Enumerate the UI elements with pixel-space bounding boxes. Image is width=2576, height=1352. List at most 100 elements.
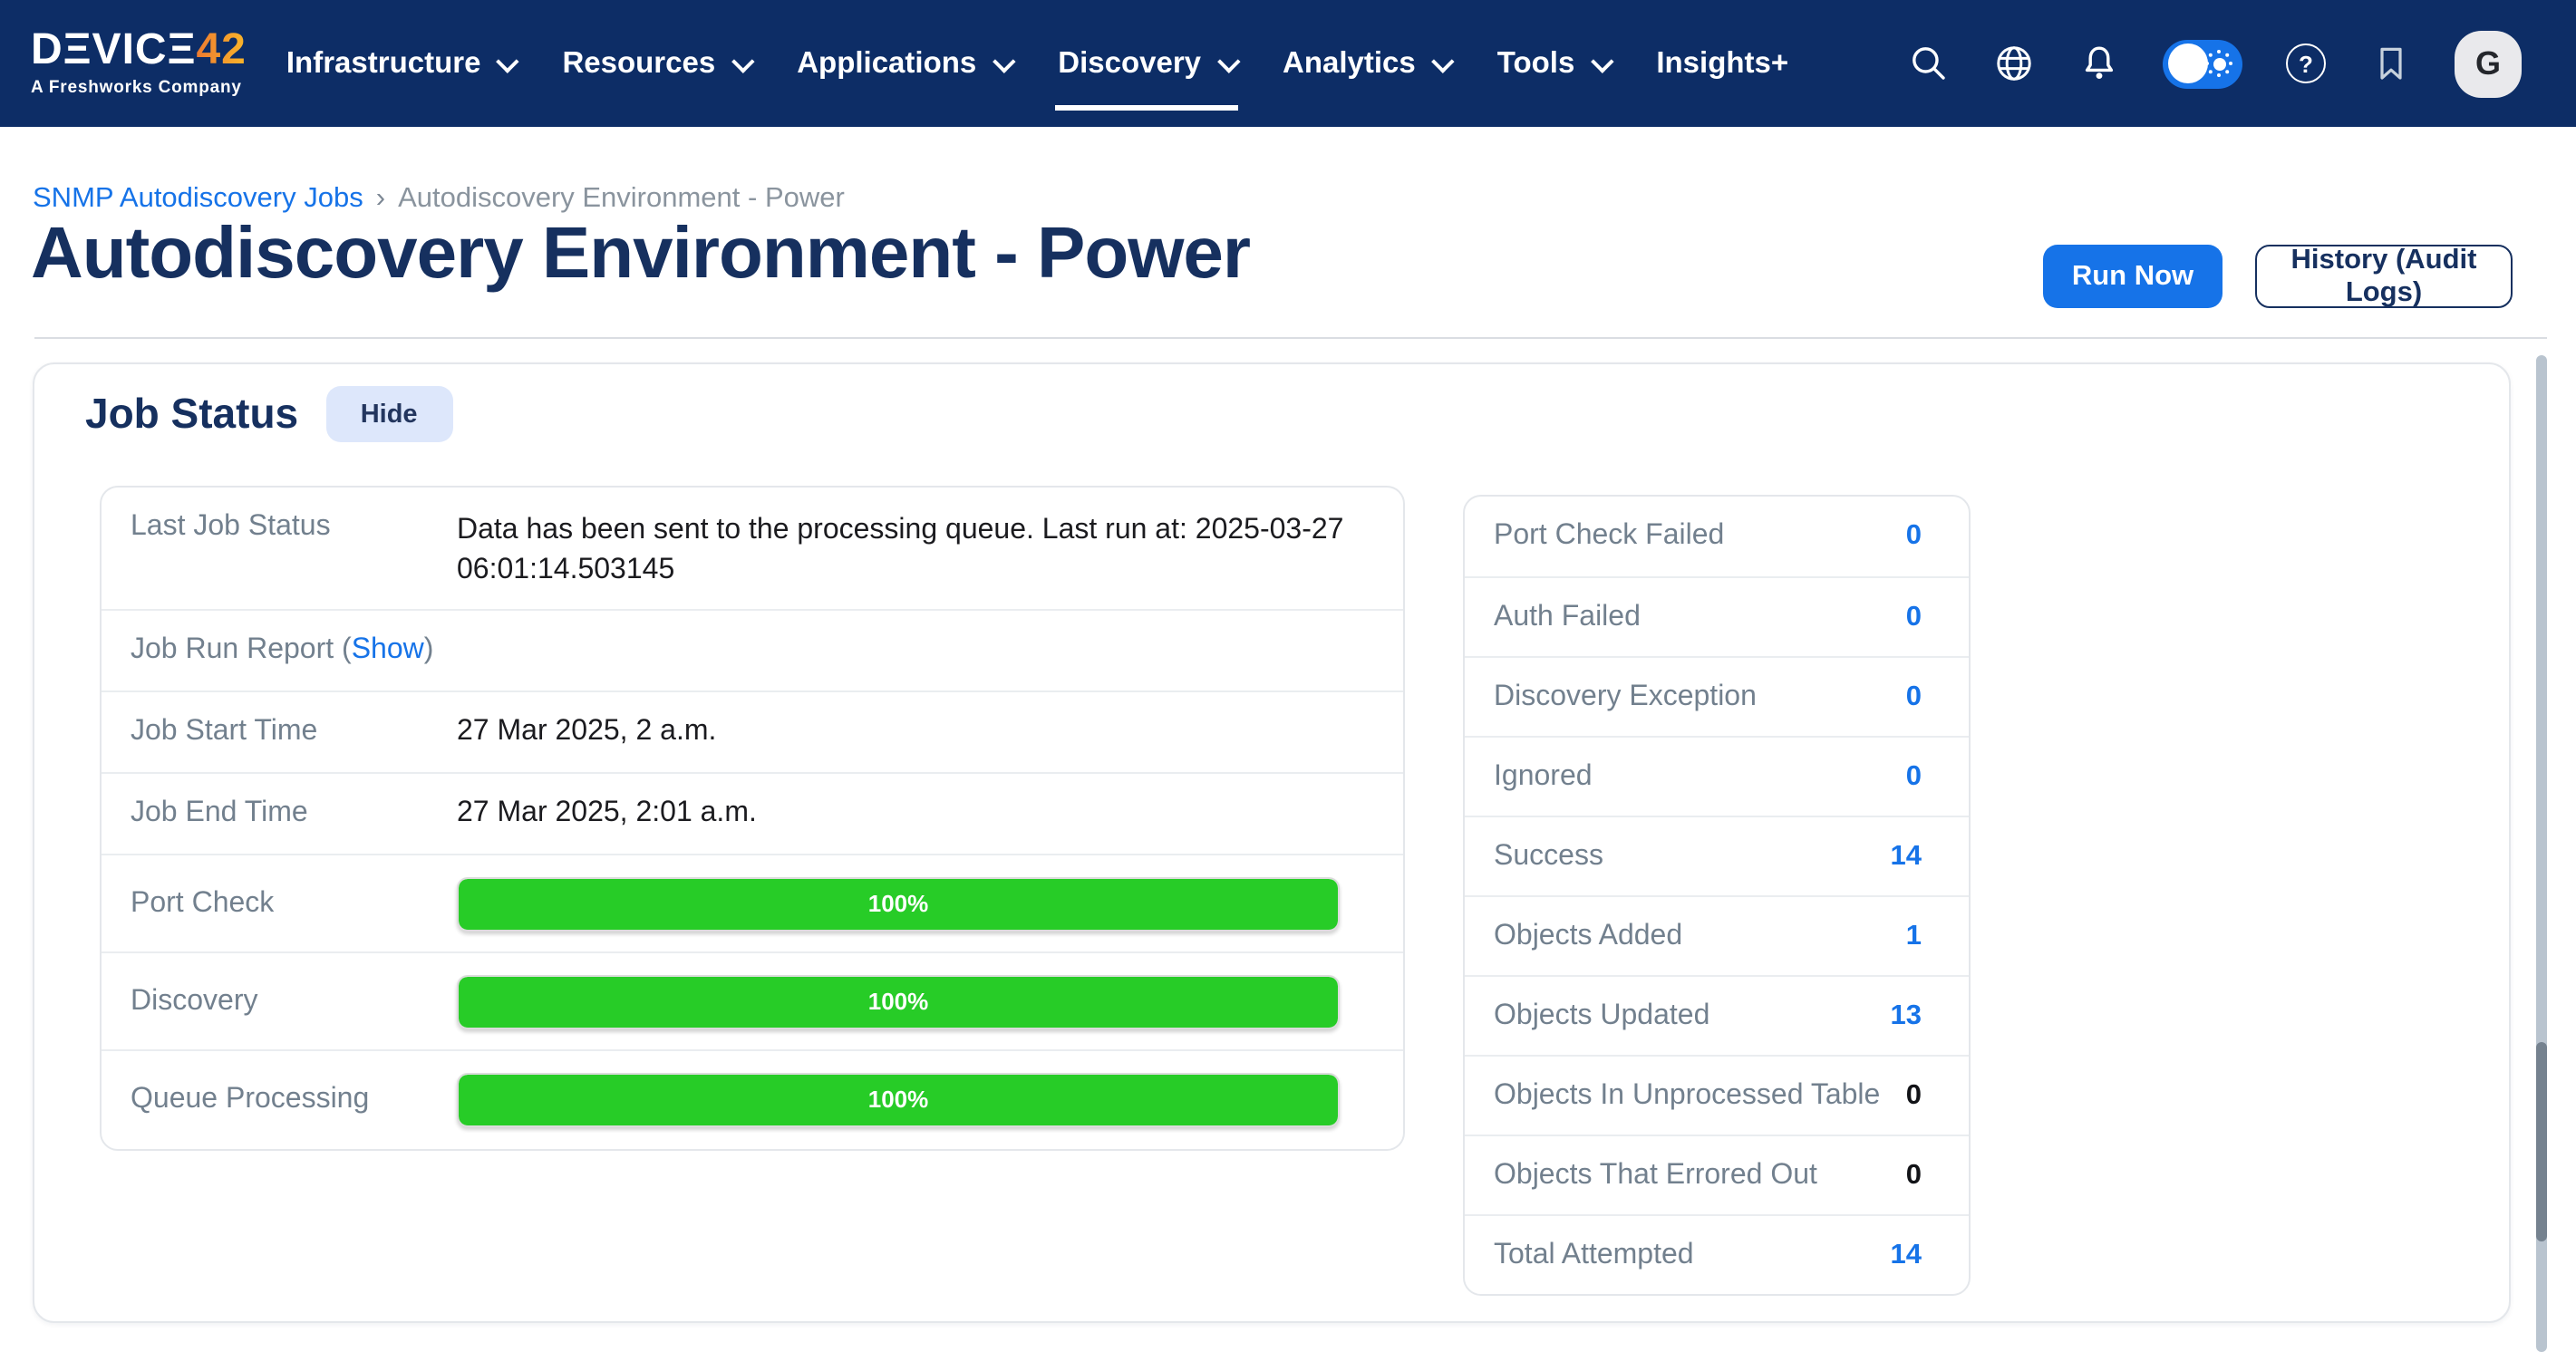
row-label: Job End Time (102, 797, 457, 830)
nav-item-label: Infrastructure (286, 46, 481, 81)
nav-item-applications[interactable]: Applications (797, 35, 1009, 92)
progress-fill: 100% (459, 878, 1338, 929)
stat-value[interactable]: 14 (1891, 1239, 1922, 1271)
nav-item-discovery[interactable]: Discovery (1058, 35, 1234, 92)
stat-row-success: Success 14 (1465, 816, 1969, 895)
header-actions: Run Now History (Audit Logs) (2043, 245, 2513, 308)
bookmark-icon[interactable] (2369, 42, 2413, 85)
scrollbar-thumb[interactable] (2535, 1042, 2547, 1241)
row-value: 100% (457, 974, 1403, 1028)
row-value: 27 Mar 2025, 2 a.m. (457, 712, 1403, 752)
run-now-button[interactable]: Run Now (2043, 245, 2223, 308)
chevron-down-icon (1590, 49, 1612, 72)
row-value: 100% (457, 1073, 1403, 1127)
nav-item-resources[interactable]: Resources (562, 35, 748, 92)
brand-accent: 42 (196, 25, 246, 74)
notifications-bell-icon[interactable] (2077, 42, 2121, 85)
progress-fill: 100% (459, 976, 1338, 1027)
user-avatar[interactable]: G (2455, 30, 2522, 97)
port-check-progress-bar: 100% (457, 876, 1340, 931)
progress-fill: 100% (459, 1075, 1338, 1125)
stat-row-total-attempted: Total Attempted 14 (1465, 1214, 1969, 1294)
brand-wordmark: DΞVICΞ42 (31, 29, 247, 72)
stat-label: Total Attempted (1494, 1239, 1694, 1271)
stat-row-ignored: Ignored 0 (1465, 736, 1969, 816)
table-row-last-job-status: Last Job Status Data has been sent to th… (102, 488, 1403, 609)
nav-item-label: Discovery (1058, 46, 1201, 81)
stat-value[interactable]: 13 (1891, 1000, 1922, 1032)
chevron-down-icon (731, 49, 753, 72)
stat-label: Success (1494, 840, 1603, 873)
table-row-queue-processing: Queue Processing 100% (102, 1049, 1403, 1149)
stat-row-objects-added: Objects Added 1 (1465, 895, 1969, 975)
stat-label: Objects Updated (1494, 1000, 1709, 1032)
search-icon[interactable] (1907, 42, 1951, 85)
stat-value[interactable]: 1 (1906, 920, 1922, 952)
brand-main: DΞVICΞ (31, 25, 196, 74)
chevron-down-icon (1216, 49, 1239, 72)
job-status-heading: Job Status (85, 390, 298, 439)
nav-item-label: Tools (1497, 46, 1575, 81)
stat-value: 0 (1906, 1079, 1922, 1112)
nav-item-label: Resources (562, 46, 715, 81)
breadcrumb-separator: › (376, 183, 385, 214)
stat-value[interactable]: 0 (1906, 681, 1922, 713)
help-glyph: ? (2286, 43, 2326, 83)
help-icon[interactable]: ? (2284, 42, 2328, 85)
row-value: 100% (457, 876, 1403, 931)
nav-item-tools[interactable]: Tools (1497, 35, 1608, 92)
job-status-header: Job Status Hide (85, 386, 452, 442)
stat-value[interactable]: 14 (1891, 840, 1922, 873)
nav-menu: Infrastructure Resources Applications Di… (286, 35, 1788, 92)
breadcrumb-parent-link[interactable]: SNMP Autodiscovery Jobs (33, 183, 363, 214)
stat-value[interactable]: 0 (1906, 760, 1922, 793)
stat-row-discovery-exception: Discovery Exception 0 (1465, 656, 1969, 736)
brand-tagline: A Freshworks Company (31, 78, 247, 98)
stat-row-objects-in-unprocessed-table: Objects In Unprocessed Table 0 (1465, 1055, 1969, 1135)
row-label: Job Run Report (Show) (102, 634, 1403, 667)
stat-row-objects-that-errored-out: Objects That Errored Out 0 (1465, 1135, 1969, 1214)
row-label: Job Start Time (102, 716, 457, 748)
theme-toggle[interactable] (2163, 39, 2242, 88)
row-label-close: ) (424, 634, 434, 665)
table-row-job-end-time: Job End Time 27 Mar 2025, 2:01 a.m. (102, 772, 1403, 854)
stat-row-port-check-failed: Port Check Failed 0 (1465, 497, 1969, 576)
row-value: Data has been sent to the processing que… (457, 511, 1403, 591)
show-link[interactable]: Show (352, 634, 424, 665)
top-navbar: DΞVICΞ42 A Freshworks Company Infrastruc… (0, 0, 2576, 127)
table-row-job-start-time: Job Start Time 27 Mar 2025, 2 a.m. (102, 690, 1403, 772)
stat-row-objects-updated: Objects Updated 13 (1465, 975, 1969, 1055)
nav-item-label: Analytics (1283, 46, 1416, 81)
nav-item-label: Insights+ (1656, 46, 1788, 81)
table-row-port-check: Port Check 100% (102, 854, 1403, 951)
navbar-right-icons: ? G (1907, 30, 2576, 97)
job-stats-table: Port Check Failed 0 Auth Failed 0 Discov… (1463, 495, 1971, 1296)
job-status-panel: Job Status Hide Last Job Status Data has… (33, 362, 2511, 1323)
page-title: Autodiscovery Environment - Power (31, 214, 1250, 295)
breadcrumb-current: Autodiscovery Environment - Power (398, 183, 845, 214)
nav-item-analytics[interactable]: Analytics (1283, 35, 1448, 92)
stat-label: Ignored (1494, 760, 1593, 793)
app-root: DΞVICΞ42 A Freshworks Company Infrastruc… (0, 0, 2576, 1352)
device42-logo[interactable]: DΞVICΞ42 A Freshworks Company (31, 29, 247, 98)
hide-button[interactable]: Hide (325, 386, 452, 442)
discovery-progress-bar: 100% (457, 974, 1340, 1028)
row-label: Port Check (102, 887, 457, 920)
stat-value[interactable]: 0 (1906, 601, 1922, 633)
row-label: Last Job Status (102, 511, 457, 544)
sun-icon (2204, 49, 2233, 78)
globe-icon[interactable] (1992, 42, 2036, 85)
chevron-down-icon (992, 49, 1014, 72)
stat-label: Objects That Errored Out (1494, 1159, 1817, 1192)
table-row-job-run-report: Job Run Report (Show) (102, 609, 1403, 690)
nav-item-insights[interactable]: Insights+ (1656, 35, 1788, 92)
nav-item-infrastructure[interactable]: Infrastructure (286, 35, 514, 92)
stat-row-auth-failed: Auth Failed 0 (1465, 576, 1969, 656)
row-label-text: Job Run Report ( (131, 634, 352, 665)
history-audit-logs-button[interactable]: History (Audit Logs) (2255, 245, 2513, 308)
row-label: Discovery (102, 985, 457, 1018)
stat-label: Auth Failed (1494, 601, 1641, 633)
stat-label: Objects Added (1494, 920, 1682, 952)
stat-value[interactable]: 0 (1906, 520, 1922, 553)
stat-label: Discovery Exception (1494, 681, 1757, 713)
